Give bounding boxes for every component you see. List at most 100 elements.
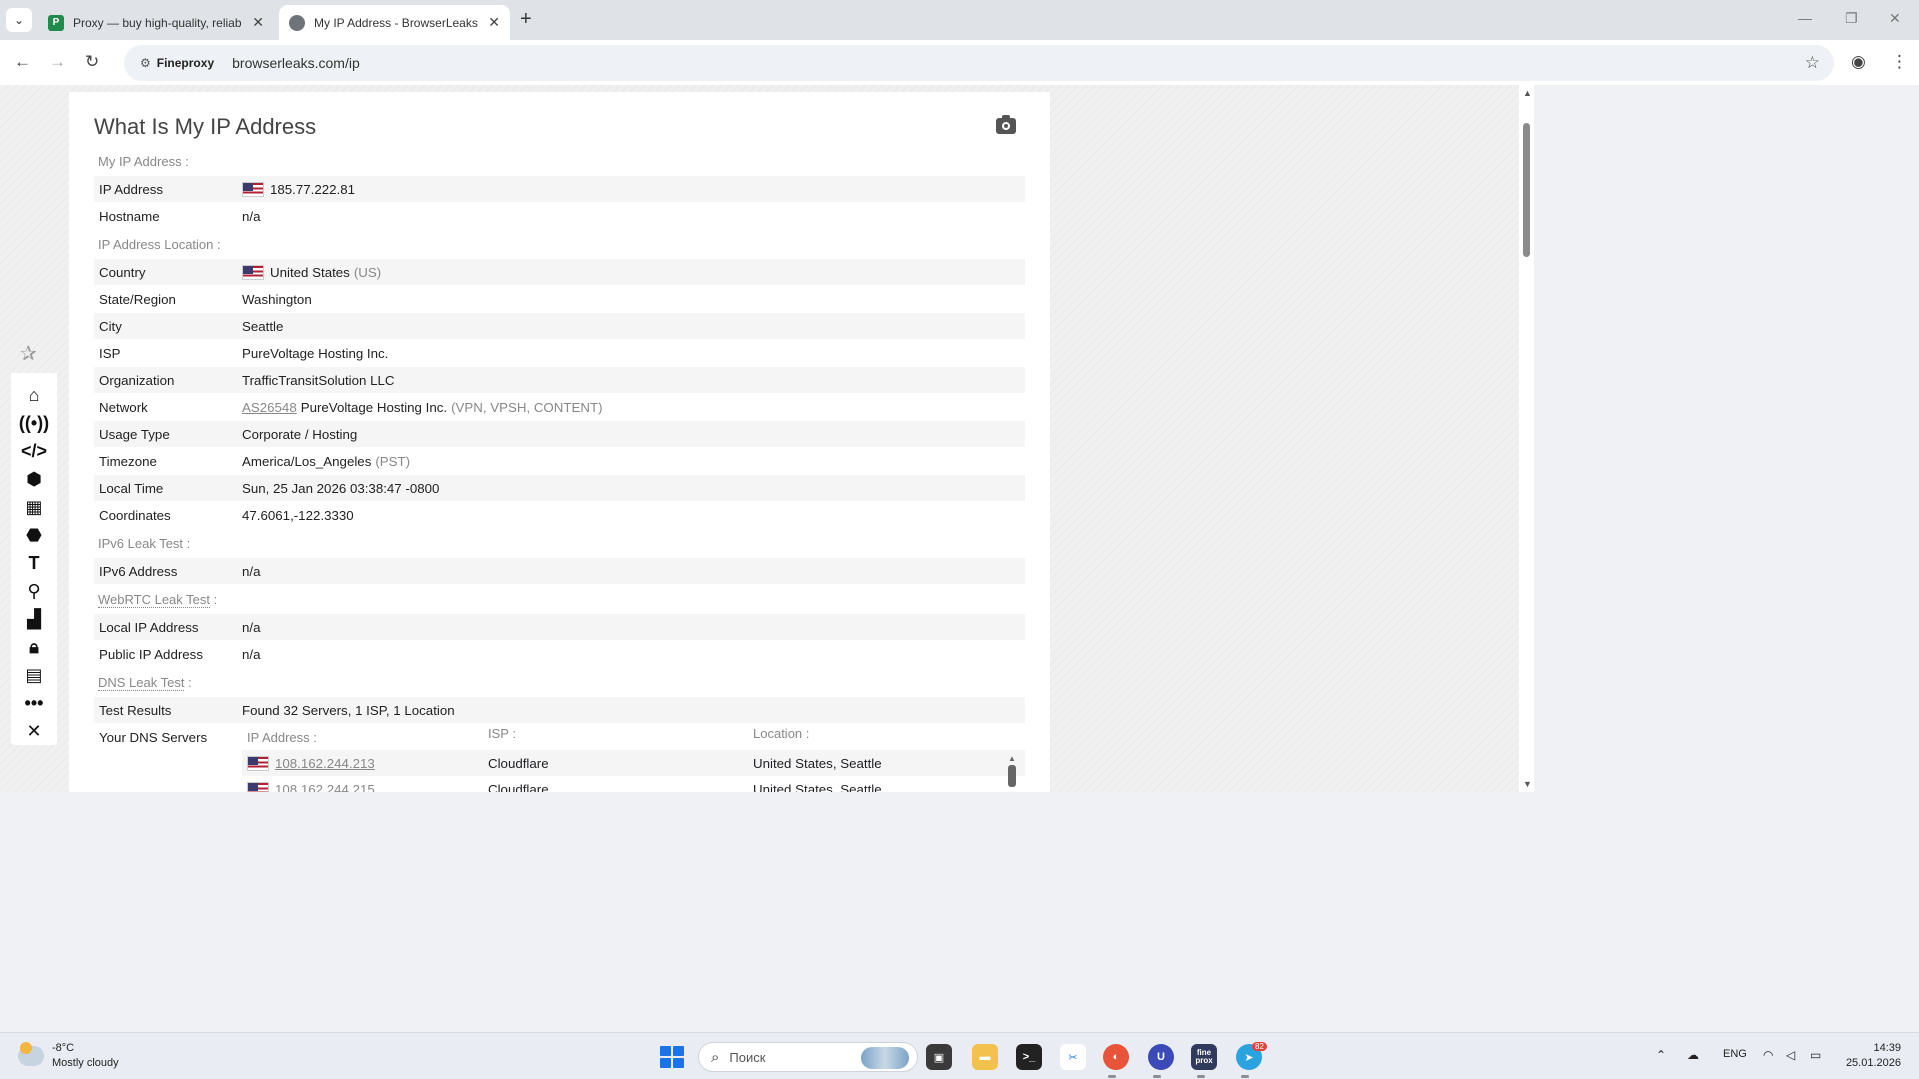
dns-table-row: 108.162.244.215 Cloudflare United States… [242,776,1025,792]
row-state: State/Region Washington [99,291,312,307]
tune-icon: ⚙ [140,56,151,70]
terminal-icon[interactable]: >_ [1016,1044,1042,1070]
section-my-ip: My IP Address : [98,154,189,169]
row-ip-address: IP Address 185.77.222.81 [94,176,1025,202]
windows-start-icon[interactable] [660,1046,684,1068]
tab-title: Proxy — buy high-quality, reliab [73,15,242,30]
running-indicator [1241,1075,1249,1078]
scroll-up-icon[interactable]: ▲ [1008,754,1019,763]
bricks-icon[interactable]: ▤ [11,661,57,689]
tools-icon[interactable]: ✕ [11,717,57,745]
section-webrtc: WebRTC Leak Test : [98,592,218,608]
back-arrow-icon[interactable]: ← [14,52,31,72]
lock-icon[interactable]: 🔒︎ [11,633,57,661]
battery-icon[interactable]: ▭ [1810,1048,1821,1062]
chevron-down-icon: ⌄ [13,13,25,27]
menu-kebab-icon[interactable]: ⋮ [1891,52,1908,72]
wifi-icon[interactable]: ◠ [1763,1048,1773,1062]
row-public-ip: Public IP Address n/a [99,646,261,662]
running-indicator [1153,1075,1161,1078]
close-tab-icon[interactable]: ✕ [252,14,264,31]
weather-widget[interactable]: -8°C Mostly cloudy [18,1041,119,1071]
code-icon[interactable]: </> [11,437,57,465]
row-coordinates: Coordinates 47.6061,-122.3330 [99,507,354,523]
scroll-thumb[interactable] [1008,765,1016,787]
asn-link[interactable]: AS26548 [242,400,297,415]
url-text[interactable]: browserleaks.com/ip [232,55,360,71]
address-bar[interactable]: ⚙ Fineproxy browserleaks.com/ip ☆ [124,45,1834,81]
firefox-icon[interactable]: ◐ [1103,1044,1129,1070]
site-chip-label: Fineproxy [156,56,215,70]
snipping-tool-icon[interactable]: ✂ [1060,1044,1086,1070]
row-local-ip: Local IP Address n/a [94,614,1025,640]
row-usage-type: Usage Type Corporate / Hosting [94,421,1025,447]
page-title: What Is My IP Address [94,114,317,139]
text-icon[interactable]: T [11,549,57,577]
tab-fineproxy[interactable]: P Proxy — buy high-quality, reliab ✕ [38,5,274,40]
section-dns: DNS Leak Test : [98,675,192,691]
tray-chevron-up-icon[interactable]: ⌃ [1656,1048,1666,1062]
restore-icon[interactable]: ❐ [1845,10,1858,27]
cloud-offline-icon[interactable]: ☁ [1687,1048,1699,1062]
dns-table-scrollbar[interactable]: ▲ [1008,754,1019,792]
input-language[interactable]: ENG [1723,1048,1747,1060]
broadcast-icon[interactable]: ((•)) [11,409,57,437]
dns-leak-test-link[interactable]: DNS Leak Test [98,675,185,691]
location-pin-icon[interactable]: ⚲ [11,577,57,605]
row-country: Country United States (US) [94,259,1025,285]
weather-desc: Mostly cloudy [52,1057,119,1069]
task-view-icon[interactable]: ▣ [926,1044,952,1070]
pin-icon[interactable]: ✰ [20,341,37,366]
cube-icon[interactable]: ⬣ [11,521,57,549]
tab-search-button[interactable]: ⌄ [6,8,32,32]
dns-table-row: 108.162.244.213 Cloudflare United States… [242,750,1025,776]
vpn-shield-icon[interactable]: U [1148,1044,1174,1070]
home-icon[interactable]: ⌂ [11,381,57,409]
scroll-thumb[interactable] [1523,123,1530,257]
weather-temp: -8°C [52,1042,75,1054]
partly-cloudy-icon [18,1042,44,1066]
scroll-up-icon[interactable]: ▲ [1523,88,1532,98]
minimize-icon[interactable]: — [1798,10,1812,26]
camera-icon[interactable] [996,115,1016,134]
taskbar-search[interactable]: ⌕ Поиск [698,1042,918,1072]
bookmark-star-icon[interactable]: ☆ [1805,53,1820,73]
volume-icon[interactable]: ◁ [1786,1048,1795,1062]
us-flag-icon [242,181,264,197]
close-window-icon[interactable]: ✕ [1889,10,1901,27]
row-hostname: Hostname n/a [99,208,261,224]
us-flag-icon [247,755,269,771]
webrtc-leak-test-link[interactable]: WebRTC Leak Test [98,592,210,608]
running-indicator [1108,1075,1116,1078]
file-explorer-icon[interactable]: ▬ [972,1044,998,1070]
running-indicator [1197,1075,1205,1078]
row-timezone: Timezone America/Los_Angeles (PST) [99,453,411,469]
browserleaks-favicon-icon [289,14,305,31]
rail-icons: ⌂ ((•)) </> ⬢ ▦ ⬣ T ⚲ ▟ 🔒︎ ▤ ••• ✕ [11,373,57,745]
taskbar-search-placeholder: Поиск [729,1049,766,1065]
close-tab-icon[interactable]: ✕ [488,14,500,31]
search-icon: ⌕ [711,1048,720,1066]
reload-icon[interactable]: ↻ [85,52,99,72]
tab-browserleaks[interactable]: My IP Address - BrowserLeaks ✕ [279,5,510,40]
fineproxy-favicon-icon: P [48,14,64,31]
new-tab-button[interactable]: + [520,8,532,31]
stairs-icon[interactable]: ▟ [11,605,57,633]
image-icon[interactable]: ▦ [11,493,57,521]
taskbar-clock[interactable]: 14:39 25.01.2026 [1846,1041,1901,1071]
row-test-results: Test Results Found 32 Servers, 1 ISP, 1 … [94,697,1025,723]
site-info-chip[interactable]: ⚙ Fineproxy [132,49,222,77]
dns-table-header: IP Address : ISP : Location : [247,726,810,745]
telegram-badge: 82 [1252,1042,1267,1051]
row-ipv6-address: IPv6 Address n/a [94,558,1025,584]
forward-arrow-icon[interactable]: → [49,52,66,72]
page-scrollbar[interactable]: ▲ ▼ [1519,85,1534,792]
fineproxy-app-icon[interactable]: fine prox [1191,1044,1217,1070]
profile-icon[interactable]: ◉ [1851,52,1866,72]
canvas-icon[interactable]: ⬢ [11,465,57,493]
scroll-down-icon[interactable]: ▼ [1523,779,1532,789]
more-dots-icon[interactable]: ••• [11,689,57,717]
tab-bar: ⌄ P Proxy — buy high-quality, reliab ✕ M… [0,0,1919,40]
ip-info-panel: What Is My IP Address My IP Address : IP… [69,92,1050,792]
row-organization: Organization TrafficTransitSolution LLC [94,367,1025,393]
